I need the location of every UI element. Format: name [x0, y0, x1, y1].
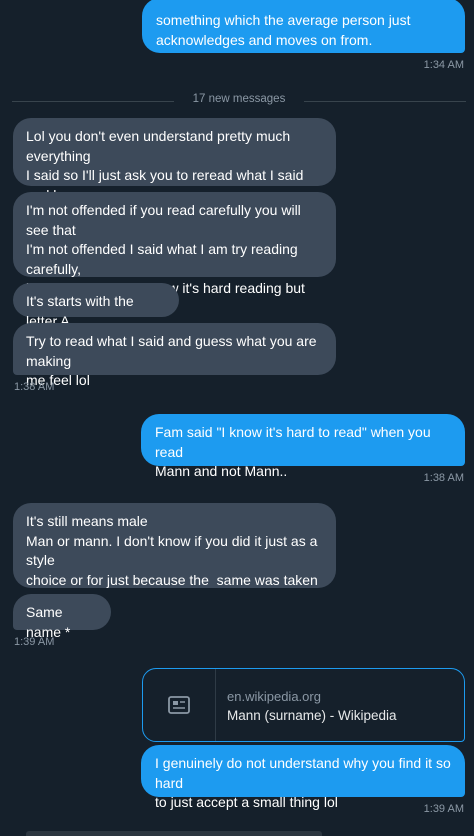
message-bubble-incoming[interactable]: It's starts with the letter A — [13, 283, 179, 329]
message-timestamp: 1:34 AM — [423, 59, 464, 71]
message-bubble-incoming[interactable]: Try to read what I said and guess what y… — [13, 323, 336, 388]
message-bubble-incoming[interactable]: I'm not offended if you read carefully y… — [13, 192, 336, 335]
message-bubble-incoming[interactable]: Lol you don't even understand pretty muc… — [13, 118, 336, 222]
message-timestamp: 1:39 AM — [14, 636, 55, 648]
article-icon — [168, 696, 190, 714]
message-bubble-outgoing[interactable]: Fam said "I know it's hard to read" when… — [141, 414, 465, 479]
message-timestamp: 1:39 AM — [423, 803, 464, 815]
link-preview-thumbnail — [143, 669, 216, 741]
link-preview-title[interactable]: Mann (surname) - Wikipedia — [227, 708, 397, 723]
message-bubble-outgoing[interactable]: I genuinely do not understand why you fi… — [141, 745, 465, 810]
link-preview-domain: en.wikipedia.org — [227, 689, 321, 704]
new-messages-label: 17 new messages — [192, 93, 286, 105]
composer-edge — [26, 831, 322, 836]
conversation-view: something which the average person just … — [0, 0, 474, 836]
link-preview-card[interactable]: en.wikipedia.org Mann (surname) - Wikipe… — [142, 668, 465, 742]
message-timestamp: 1:38 AM — [423, 472, 464, 484]
message-bubble-outgoing[interactable]: something which the average person just … — [142, 0, 465, 53]
new-messages-divider: 17 new messages — [12, 92, 466, 110]
message-bubble-incoming[interactable]: It's still means male Man or mann. I don… — [13, 503, 336, 627]
message-bubble-incoming[interactable]: Same name * — [13, 594, 111, 640]
message-timestamp: 1:38 AM — [14, 381, 55, 393]
